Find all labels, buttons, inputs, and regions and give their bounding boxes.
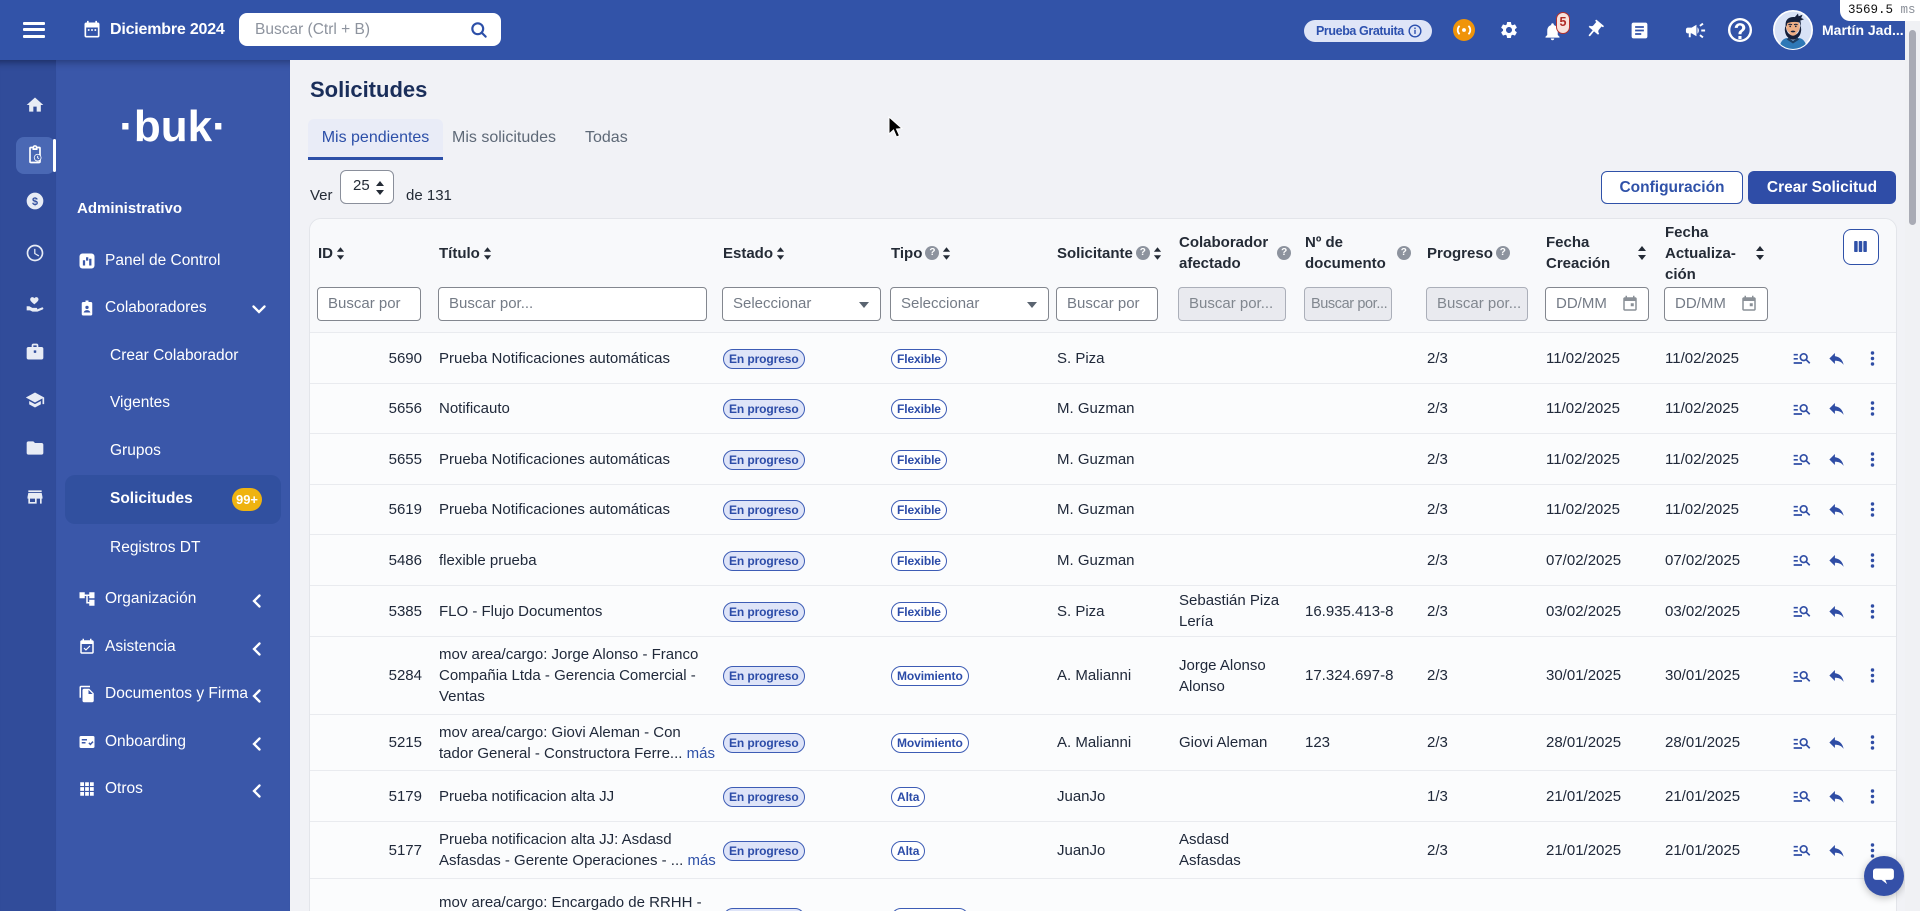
- svg-text:$: $: [32, 196, 38, 208]
